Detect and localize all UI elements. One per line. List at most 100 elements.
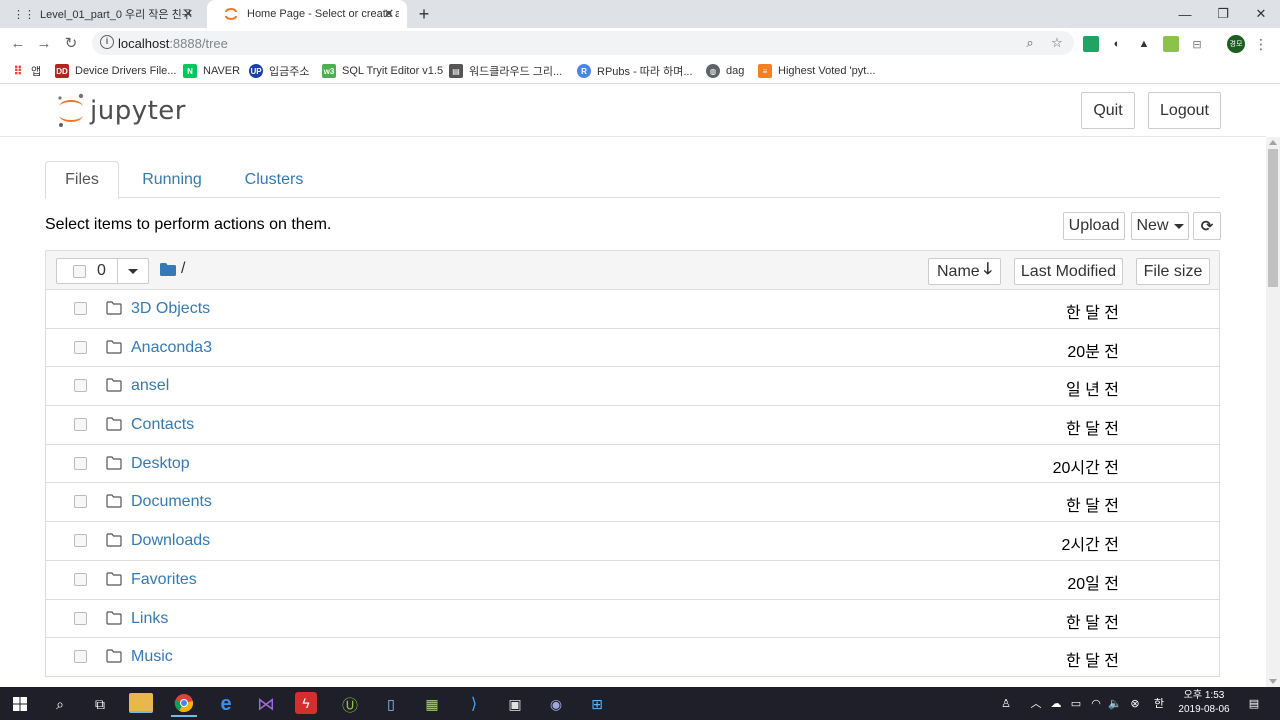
forward-arrow-icon[interactable]: → bbox=[34, 33, 54, 53]
spreadsheet-app-icon[interactable]: ▦ bbox=[419, 691, 445, 717]
file-row[interactable]: Contacts 한 달 전 bbox=[45, 406, 1220, 445]
bookmark-apps[interactable]: ⠿ 앱 bbox=[11, 63, 41, 79]
system-clock[interactable]: 오후 1:53 2019-08-06 bbox=[1172, 689, 1236, 717]
file-row[interactable]: Desktop 20시간 전 bbox=[45, 444, 1220, 484]
bookmark-naver[interactable]: N NAVER bbox=[183, 63, 240, 79]
zoom-icon[interactable]: ⌕ bbox=[1021, 34, 1039, 52]
row-checkbox[interactable] bbox=[74, 611, 87, 625]
folder-icon[interactable] bbox=[160, 263, 176, 276]
file-row[interactable]: Favorites 20일 전 bbox=[45, 560, 1220, 600]
image-viewer-icon[interactable]: ▣ bbox=[502, 691, 528, 717]
file-name-link[interactable]: 3D Objects bbox=[131, 300, 210, 318]
star-icon[interactable]: ☆ bbox=[1048, 34, 1066, 52]
minimize-icon[interactable]: — bbox=[1166, 0, 1204, 28]
extension-graduation-icon[interactable]: ▲ bbox=[1136, 36, 1152, 52]
scroll-down-arrow-icon[interactable] bbox=[1269, 679, 1277, 684]
refresh-button[interactable]: ⟳ bbox=[1193, 212, 1221, 240]
scroll-thumb[interactable] bbox=[1268, 149, 1278, 287]
file-row[interactable]: Downloads 2시간 전 bbox=[45, 522, 1220, 561]
row-checkbox[interactable] bbox=[74, 379, 87, 393]
back-arrow-icon[interactable]: ← bbox=[8, 33, 28, 53]
reload-icon[interactable]: ↻ bbox=[61, 33, 81, 53]
ime-indicator[interactable]: 한 bbox=[1151, 695, 1167, 711]
bookmark-device-drivers[interactable]: DD Device Drivers File... bbox=[55, 63, 176, 79]
file-row[interactable]: Documents 한 달 전 bbox=[45, 483, 1220, 523]
url-text[interactable]: localhost:8888/tree bbox=[118, 36, 228, 51]
jupyter-logo[interactable]: jupyter bbox=[56, 93, 186, 129]
bookmark-rpubs[interactable]: R RPubs - 따라 하며... bbox=[577, 63, 693, 79]
row-checkbox[interactable] bbox=[74, 418, 87, 432]
close-circle-icon[interactable]: ⊗ bbox=[1127, 695, 1143, 711]
file-name-link[interactable]: Desktop bbox=[131, 455, 190, 473]
extension-grid-icon[interactable]: ⊟ bbox=[1189, 36, 1205, 52]
volume-icon[interactable]: 🔈 bbox=[1107, 695, 1123, 711]
edge-icon[interactable]: e bbox=[213, 691, 239, 717]
selection-dropdown-button[interactable] bbox=[117, 258, 149, 284]
bookmark-dag[interactable]: ◍ dag bbox=[706, 63, 744, 79]
file-name-link[interactable]: Music bbox=[131, 648, 173, 666]
info-icon[interactable]: i bbox=[100, 35, 114, 49]
chrome-icon[interactable] bbox=[171, 691, 197, 717]
notification-icon[interactable]: ▤ bbox=[1246, 695, 1262, 711]
file-row[interactable]: 3D Objects 한 달 전 bbox=[45, 290, 1220, 329]
battery-icon[interactable]: ▭ bbox=[1068, 695, 1084, 711]
chevron-up-icon[interactable]: ︿ bbox=[1028, 695, 1044, 711]
close-icon[interactable]: ✕ bbox=[180, 6, 196, 22]
file-row[interactable]: Links 한 달 전 bbox=[45, 599, 1220, 639]
search-icon[interactable]: ⌕ bbox=[47, 691, 73, 717]
file-explorer-icon[interactable] bbox=[129, 693, 153, 713]
eclipse-icon[interactable]: ◉ bbox=[543, 691, 569, 717]
flash-app-icon[interactable]: ϟ bbox=[295, 692, 317, 714]
breadcrumb[interactable]: / bbox=[181, 260, 185, 278]
new-dropdown-button[interactable]: New bbox=[1131, 212, 1189, 240]
profile-avatar-icon[interactable]: 경모 bbox=[1227, 35, 1245, 53]
select-all-box[interactable]: 0 bbox=[56, 258, 118, 284]
bookmark-wordcloud[interactable]: ▤ 워드클라우드 그리... bbox=[449, 63, 562, 79]
tab-files[interactable]: Files bbox=[45, 161, 119, 199]
window-close-icon[interactable]: ✕ bbox=[1242, 0, 1280, 28]
extension-halfmoon-icon[interactable]: ◐ bbox=[1109, 36, 1125, 52]
row-checkbox[interactable] bbox=[74, 302, 87, 315]
browser-tab-home[interactable]: Home Page - Select or create a ✕ bbox=[207, 0, 407, 28]
browser-tab-notebook[interactable]: ⋮⋮ Level_01_part_0 우리 작은 친구들 ✕ bbox=[0, 0, 206, 28]
tab-running[interactable]: Running bbox=[127, 161, 217, 198]
windows-start-icon[interactable] bbox=[7, 691, 33, 717]
new-tab-icon[interactable]: + bbox=[414, 4, 434, 24]
file-name-link[interactable]: Anaconda3 bbox=[131, 339, 212, 357]
notepad-icon[interactable]: ▯ bbox=[378, 691, 404, 717]
extension-book-icon[interactable] bbox=[1083, 36, 1099, 52]
extension-green-icon[interactable] bbox=[1163, 36, 1179, 52]
bookmark-highest-voted[interactable]: ≡ Highest Voted 'pyt... bbox=[758, 63, 876, 79]
tab-clusters[interactable]: Clusters bbox=[231, 161, 317, 198]
maximize-icon[interactable]: ❐ bbox=[1204, 0, 1242, 28]
file-name-link[interactable]: Contacts bbox=[131, 416, 194, 434]
upload-button[interactable]: Upload bbox=[1063, 212, 1125, 240]
sort-file-size-button[interactable]: File size bbox=[1136, 258, 1210, 285]
menu-kebab-icon[interactable]: ⋮ bbox=[1253, 36, 1269, 52]
wifi-icon[interactable]: ◠ bbox=[1088, 695, 1104, 711]
task-view-icon[interactable]: ⧉ bbox=[87, 691, 113, 717]
file-name-link[interactable]: Links bbox=[131, 610, 168, 628]
file-name-link[interactable]: Documents bbox=[131, 493, 212, 511]
row-checkbox[interactable] bbox=[74, 456, 87, 470]
visual-studio-icon[interactable]: ⋈ bbox=[253, 691, 279, 717]
close-icon[interactable]: ✕ bbox=[381, 6, 397, 22]
select-all-checkbox[interactable] bbox=[73, 265, 86, 278]
sort-name-button[interactable]: Name 🡓 bbox=[928, 258, 1001, 285]
row-checkbox[interactable] bbox=[74, 572, 87, 586]
logout-button[interactable]: Logout bbox=[1148, 92, 1221, 129]
network-app-icon[interactable]: ⊞ bbox=[584, 691, 610, 717]
row-checkbox[interactable] bbox=[74, 534, 87, 548]
page-scrollbar[interactable] bbox=[1266, 137, 1280, 687]
file-name-link[interactable]: Favorites bbox=[131, 571, 197, 589]
sort-last-modified-button[interactable]: Last Modified bbox=[1014, 258, 1123, 285]
file-name-link[interactable]: ansel bbox=[131, 377, 169, 395]
bookmark-deposit-address[interactable]: UP 입금주소 bbox=[249, 63, 309, 79]
file-row[interactable]: Anaconda3 20분 전 bbox=[45, 328, 1220, 368]
upwork-icon[interactable]: Ⓤ bbox=[337, 691, 363, 717]
row-checkbox[interactable] bbox=[74, 650, 87, 664]
quit-button[interactable]: Quit bbox=[1081, 92, 1135, 129]
address-bar[interactable]: i localhost:8888/tree ⌕ ☆ bbox=[92, 31, 1074, 55]
vscode-icon[interactable]: ⟩ bbox=[461, 691, 487, 717]
row-checkbox[interactable] bbox=[74, 340, 87, 354]
